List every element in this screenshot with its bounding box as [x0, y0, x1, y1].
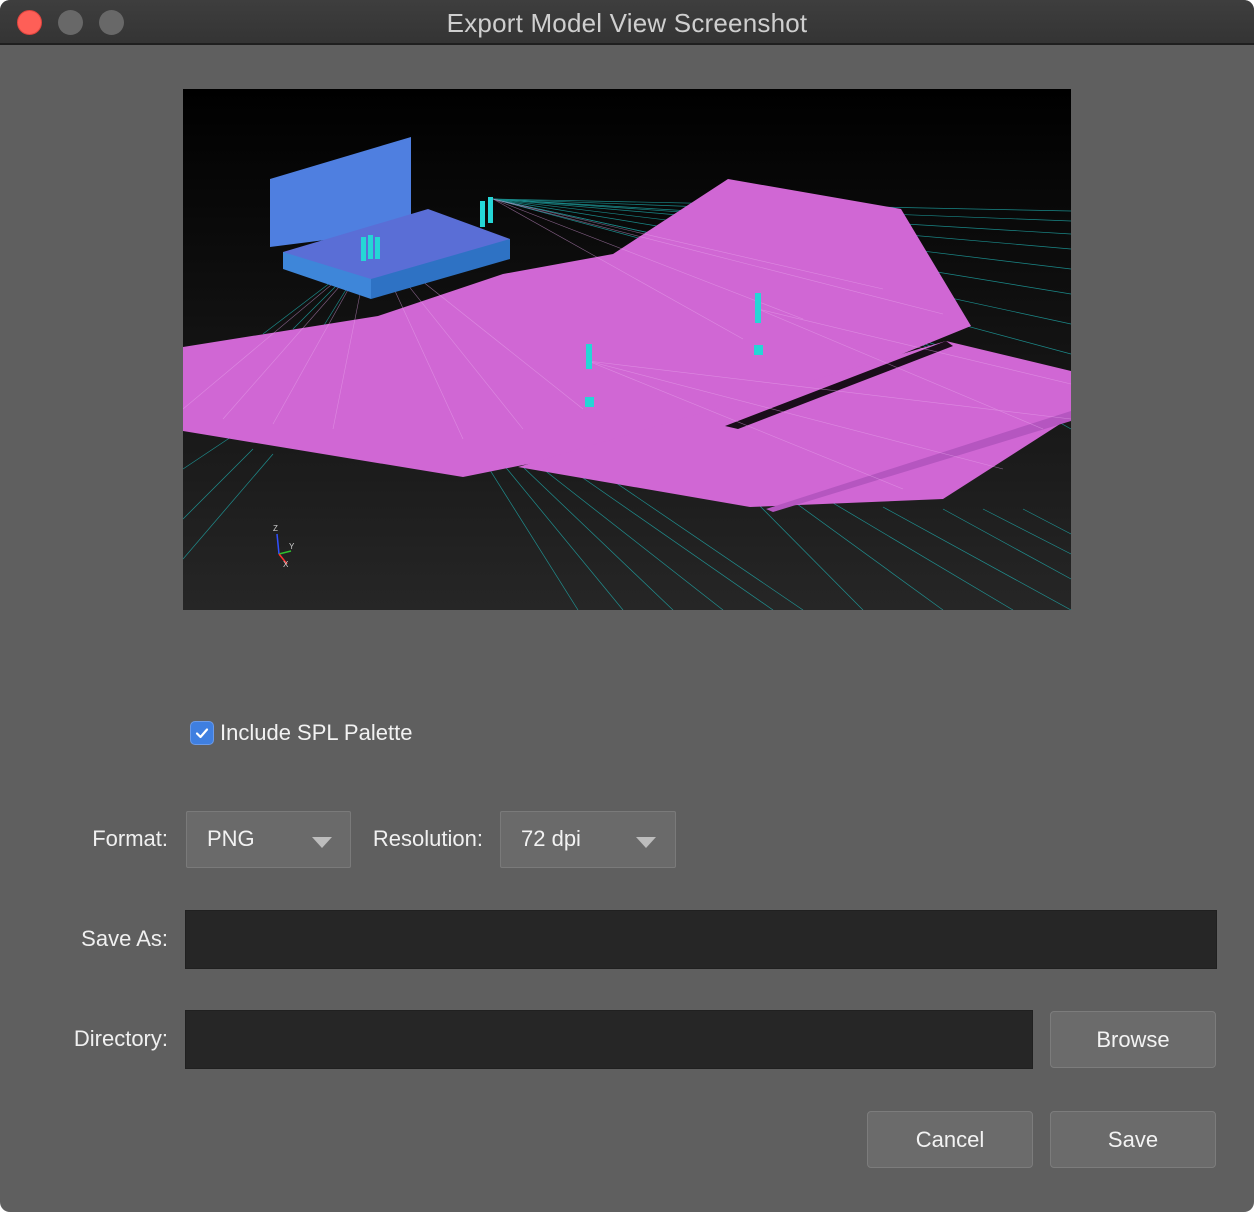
save-as-label: Save As: — [81, 926, 168, 951]
include-spl-palette-checkbox[interactable] — [190, 721, 214, 745]
speaker-left-3 — [375, 237, 380, 259]
chevron-down-icon — [636, 837, 656, 848]
format-select[interactable]: PNG — [186, 811, 351, 868]
resolution-select[interactable]: 72 dpi — [500, 811, 676, 868]
resolution-label: Resolution: — [372, 826, 483, 851]
speaker-fill-2 — [754, 345, 763, 355]
speaker-right-1 — [480, 201, 485, 227]
chevron-down-icon — [312, 837, 332, 848]
format-value: PNG — [207, 826, 255, 851]
speaker-right-2 — [488, 197, 493, 223]
speaker-fill-1 — [585, 397, 594, 407]
cancel-button[interactable]: Cancel — [867, 1111, 1033, 1168]
speaker-left-2 — [368, 235, 373, 259]
axis-label-x: X — [283, 560, 289, 569]
include-spl-palette-label[interactable]: Include SPL Palette — [220, 720, 412, 746]
include-spl-palette-option[interactable]: Include SPL Palette — [190, 719, 412, 747]
format-label: Format: — [92, 826, 168, 851]
speaker-delay-2 — [755, 293, 761, 323]
save-button[interactable]: Save — [1050, 1111, 1216, 1168]
browse-button[interactable]: Browse — [1050, 1011, 1216, 1068]
speaker-delay-1 — [586, 344, 592, 369]
export-dialog: Export Model View Screenshot Z Y X Inclu… — [0, 0, 1254, 1212]
model-view-preview: Z Y X — [183, 89, 1071, 610]
directory-label: Directory: — [73, 1026, 168, 1051]
resolution-value: 72 dpi — [521, 826, 581, 851]
axis-label-y: Y — [289, 542, 295, 551]
checkmark-icon — [195, 728, 209, 739]
speaker-left-1 — [361, 237, 366, 261]
directory-input[interactable] — [185, 1010, 1033, 1069]
save-as-input[interactable] — [185, 910, 1217, 969]
axis-label-z: Z — [273, 524, 278, 533]
window-title: Export Model View Screenshot — [446, 8, 808, 38]
title-bar[interactable]: Export Model View Screenshot — [0, 0, 1254, 45]
